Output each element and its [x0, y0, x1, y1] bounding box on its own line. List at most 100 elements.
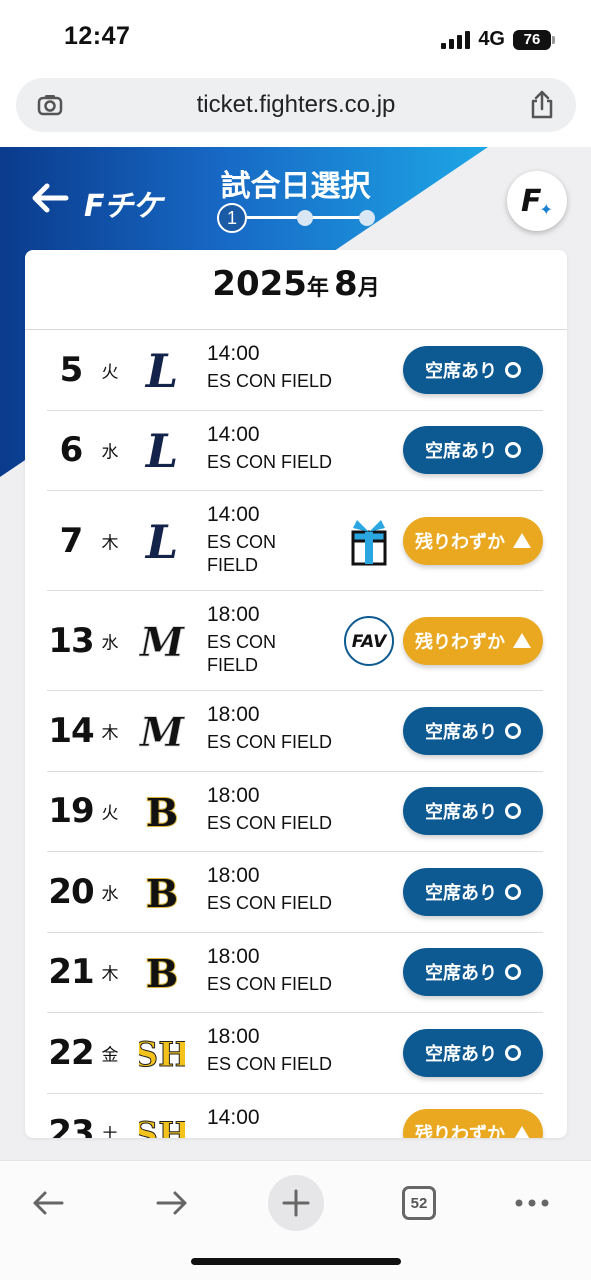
- year: 2025: [212, 264, 307, 304]
- game-time: 14:00: [207, 422, 260, 446]
- game-time: 14:00: [207, 342, 260, 365]
- game-row[interactable]: 22 金 SH 18:00 ES CON FIELD 空席あり: [47, 1013, 543, 1094]
- month-unit: 月: [357, 276, 380, 301]
- url-text[interactable]: ticket.fighters.co.jp: [197, 91, 396, 119]
- availability-button[interactable]: 空席あり: [403, 426, 543, 475]
- game-list: 5 火 L 14:00 ES CON FIELD 空席あり 6 水 L 14:00 ES CON F…: [25, 330, 567, 1138]
- game-time: 18:00: [207, 703, 260, 726]
- step-indicator: 1: [217, 203, 377, 233]
- game-venue: ES CON FIELD: [207, 451, 333, 472]
- triangle-icon: [513, 533, 531, 548]
- schedule-card: 2025年 8月 5 火 L 14:00 ES CON FIELD 空席あり 6 水 L 14:0…: [25, 250, 567, 1138]
- page-tools-icon[interactable]: [36, 91, 64, 119]
- game-weekday: 火: [101, 803, 119, 823]
- address-bar[interactable]: ticket.fighters.co.jp: [16, 78, 576, 132]
- game-weekday: 木: [101, 723, 119, 743]
- game-time: 18:00: [207, 603, 260, 626]
- svg-text:M: M: [139, 619, 185, 664]
- game-row[interactable]: 5 火 L 14:00 ES CON FIELD 空席あり: [47, 330, 543, 411]
- availability-label: 空席あり: [425, 721, 497, 743]
- availability-label: 空席あり: [425, 441, 497, 463]
- svg-text:L: L: [144, 427, 178, 473]
- availability-button[interactable]: 残りわずか: [403, 1109, 543, 1138]
- tabs-button[interactable]: 52: [391, 1175, 447, 1231]
- hawks-logo: SH: [139, 1110, 185, 1138]
- circle-icon: [505, 803, 521, 820]
- lions-logo: L: [139, 427, 185, 473]
- game-time: 14:00: [207, 1105, 260, 1129]
- game-time: 14:00: [207, 503, 260, 526]
- game-venue: ES CON FIELD: [207, 973, 333, 994]
- availability-button[interactable]: 空席あり: [403, 1028, 543, 1077]
- game-day: 21: [48, 952, 94, 993]
- fav-badge: FAV: [343, 615, 395, 667]
- forward-icon[interactable]: [144, 1175, 200, 1231]
- game-day: 22: [48, 1032, 94, 1073]
- game-day: 23: [48, 1113, 94, 1138]
- marines-logo: M: [139, 618, 185, 664]
- circle-icon: [505, 883, 521, 900]
- game-weekday: 火: [101, 362, 119, 382]
- game-row[interactable]: 13 水 M 18:00 ES CON FIELD FAV 残りわずか: [47, 591, 543, 691]
- svg-text:L: L: [144, 347, 178, 393]
- game-weekday: 水: [101, 884, 119, 904]
- svg-text:FAV: FAV: [352, 632, 388, 652]
- game-row[interactable]: 6 水 L 14:00 ES CON FIELD 空席あり: [47, 411, 543, 491]
- game-day: 20: [48, 871, 94, 912]
- buffaloes-logo: B: [139, 949, 185, 995]
- availability-button[interactable]: 空席あり: [403, 345, 543, 394]
- triangle-icon: [513, 633, 531, 648]
- circle-icon: [505, 964, 521, 981]
- share-icon[interactable]: [528, 90, 556, 119]
- game-row[interactable]: 23 土 SH 14:00 残りわずか: [47, 1094, 543, 1138]
- back-icon[interactable]: [20, 1175, 76, 1231]
- lions-logo: L: [139, 347, 185, 393]
- game-venue: ES CON FIELD: [207, 812, 333, 833]
- svg-text:B: B: [146, 790, 178, 834]
- circle-icon: [505, 442, 521, 459]
- game-row[interactable]: 7 木 L 14:00 ES CON FIELD 残りわずか: [47, 491, 543, 591]
- step-dot: [297, 210, 313, 226]
- availability-button[interactable]: 空席あり: [403, 867, 543, 916]
- battery-icon: 76: [513, 29, 555, 50]
- status-bar: 12:47 4G 76: [0, 0, 591, 76]
- game-row[interactable]: 14 木 M 18:00 ES CON FIELD 空席あり: [47, 691, 543, 772]
- new-tab-icon[interactable]: [268, 1175, 324, 1231]
- game-row[interactable]: 21 木 B 18:00 ES CON FIELD 空席あり: [47, 933, 543, 1013]
- game-weekday: 水: [101, 442, 119, 462]
- game-venue: ES CON FIELD: [207, 1054, 333, 1074]
- game-day: 13: [48, 620, 94, 661]
- availability-label: 空席あり: [425, 802, 497, 824]
- fanclub-button[interactable]: F ✦: [507, 171, 567, 231]
- game-venue: ES CON FIELD: [207, 732, 333, 752]
- home-indicator: [191, 1258, 401, 1265]
- game-day: 5: [59, 349, 84, 390]
- availability-button[interactable]: 空席あり: [403, 787, 543, 836]
- availability-button[interactable]: 残りわずか: [403, 616, 543, 665]
- fanclub-label: F: [521, 183, 542, 219]
- page-content: Fチケ 試合日選択 1 F ✦ 2025年 8月 5 火 L 14:00 ES CON F…: [0, 147, 591, 1160]
- availability-label: 空席あり: [425, 963, 497, 985]
- availability-button[interactable]: 残りわずか: [403, 516, 543, 565]
- game-venue: ES CON FIELD: [207, 632, 277, 675]
- status-indicators: 4G 76: [441, 28, 555, 51]
- marines-logo: M: [139, 708, 185, 753]
- lions-logo: L: [139, 518, 185, 564]
- svg-text:B: B: [146, 871, 178, 915]
- clock: 12:47: [64, 22, 131, 50]
- availability-button[interactable]: 空席あり: [403, 948, 543, 997]
- availability-label: 残りわずか: [415, 1124, 505, 1138]
- star-icon: ✦: [539, 199, 553, 219]
- svg-text:B: B: [146, 951, 178, 995]
- game-weekday: 水: [101, 633, 119, 652]
- game-row[interactable]: 20 水 B 18:00 ES CON FIELD 空席あり: [47, 852, 543, 933]
- step-current: 1: [217, 203, 247, 233]
- game-row[interactable]: 19 火 B 18:00 ES CON FIELD 空席あり: [47, 772, 543, 852]
- more-icon[interactable]: [504, 1175, 560, 1231]
- availability-button[interactable]: 空席あり: [403, 706, 543, 755]
- network-type: 4G: [478, 28, 505, 50]
- game-time: 18:00: [207, 783, 260, 807]
- game-time: 18:00: [207, 1025, 260, 1048]
- month-header: 2025年 8月: [25, 250, 567, 330]
- game-time: 18:00: [207, 864, 260, 887]
